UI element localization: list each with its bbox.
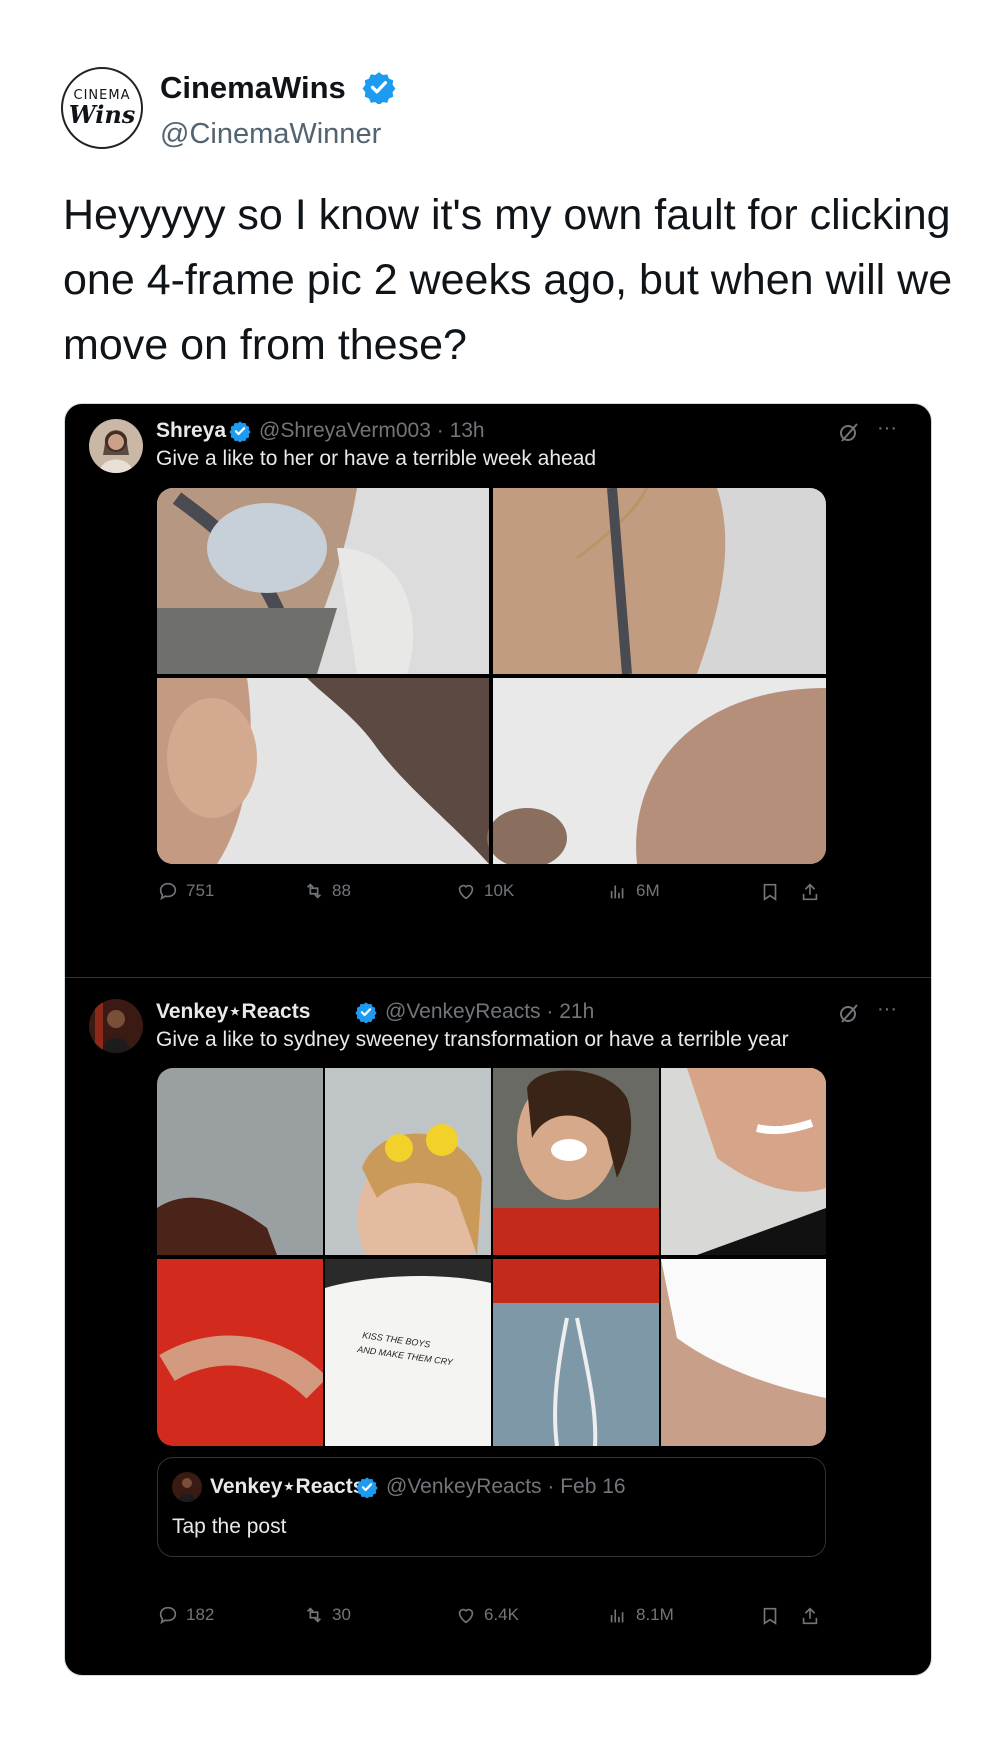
heart-icon <box>458 1608 474 1624</box>
tweet-text: Heyyyyy so I know it's my own fault for … <box>63 191 953 369</box>
post1-handle-time[interactable]: @ShreyaVerm003 · 13h <box>259 418 485 444</box>
verified-badge-icon <box>362 72 396 104</box>
embedded-screenshot: Shreya @ShreyaVerm003 · 13h ··· Give a l… <box>64 403 932 1676</box>
reply-icon <box>159 1606 177 1625</box>
post2-like-count: 6.4K <box>484 1605 519 1624</box>
post2-view-count: 8.1M <box>636 1605 674 1624</box>
avatar-text-bottom: Wins <box>68 100 136 129</box>
post2-avatar[interactable] <box>89 999 143 1053</box>
post2-like-button[interactable]: 6.4K <box>455 1604 519 1626</box>
quote-handle-time: @VenkeyReacts · Feb 16 <box>386 1475 626 1498</box>
share-icon[interactable] <box>799 881 821 903</box>
post2-reply-button[interactable]: 182 <box>157 1604 214 1626</box>
author-handle[interactable]: @CinemaWinner <box>160 117 381 151</box>
quote-display-name: Venkey⋆Reacts <box>210 1475 365 1498</box>
more-options-icon[interactable]: ··· <box>877 999 897 1019</box>
post2-views-button[interactable]: 8.1M <box>607 1604 674 1626</box>
quote-verified-icon <box>356 1477 378 1498</box>
post1-views-button[interactable]: 6M <box>607 880 660 902</box>
post1-media-image <box>157 488 826 864</box>
more-options-icon[interactable]: ··· <box>877 418 897 438</box>
quoted-post[interactable]: Venkey⋆Reacts @VenkeyReacts · Feb 16 Tap… <box>157 1457 826 1557</box>
post1-like-button[interactable]: 10K <box>455 880 514 902</box>
reply-icon <box>159 882 177 901</box>
grok-icon[interactable] <box>837 1001 861 1025</box>
quote-text: Tap the post <box>172 1515 287 1538</box>
post1-repost-count: 88 <box>332 881 351 900</box>
post2-handle-time[interactable]: @VenkeyReacts · 21h <box>385 999 594 1025</box>
bookmark-icon[interactable] <box>759 881 781 903</box>
post1-media-grid[interactable] <box>157 488 826 864</box>
views-icon <box>610 885 624 899</box>
post1-avatar[interactable] <box>89 419 143 473</box>
post1-verified-icon <box>229 421 251 442</box>
post2-text: Give a like to sydney sweeney transforma… <box>156 1028 789 1051</box>
post1-repost-button[interactable]: 88 <box>303 880 351 902</box>
share-icon[interactable] <box>799 1605 821 1627</box>
quote-avatar <box>172 1472 202 1502</box>
bookmark-icon[interactable] <box>759 1605 781 1627</box>
post2-media-grid[interactable]: KISS THE BOYS AND MAKE THEM CRY <box>157 1068 826 1446</box>
author-display-name[interactable]: CinemaWins <box>160 70 346 106</box>
post1-reply-button[interactable]: 751 <box>157 880 214 902</box>
heart-icon <box>458 884 474 900</box>
post2-repost-count: 30 <box>332 1605 351 1624</box>
post1-text: Give a like to her or have a terrible we… <box>156 447 597 470</box>
repost-icon <box>306 883 322 899</box>
views-icon <box>610 1609 624 1623</box>
repost-icon <box>306 1607 322 1623</box>
post2-media-image: KISS THE BOYS AND MAKE THEM CRY <box>157 1068 826 1446</box>
post-separator <box>65 977 931 978</box>
post1-reply-count: 751 <box>186 881 215 900</box>
post1-display-name[interactable]: Shreya <box>156 418 226 444</box>
post1-like-count: 10K <box>484 881 515 900</box>
post1-view-count: 6M <box>636 881 660 900</box>
post2-repost-button[interactable]: 30 <box>303 1604 351 1626</box>
author-avatar[interactable]: CINEMA Wins <box>61 67 143 149</box>
post2-verified-icon <box>355 1002 377 1023</box>
post2-display-name[interactable]: Venkey⋆Reacts <box>156 999 310 1025</box>
grok-icon[interactable] <box>837 420 861 444</box>
post2-reply-count: 182 <box>186 1605 215 1624</box>
